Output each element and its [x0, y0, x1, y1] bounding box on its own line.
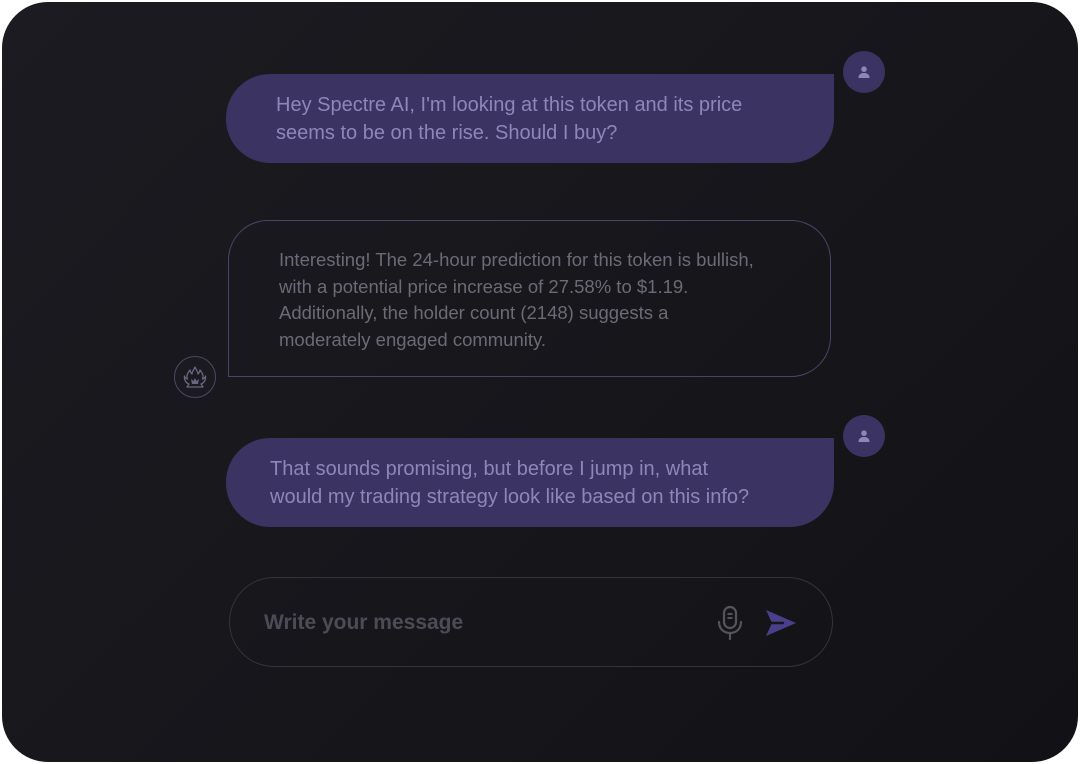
send-icon — [766, 610, 796, 636]
message-input[interactable] — [264, 606, 684, 640]
user-icon — [858, 66, 870, 78]
user-message-text: Hey Spectre AI, I'm looking at this toke… — [276, 94, 743, 144]
chat-window: Hey Spectre AI, I'm looking at this toke… — [2, 2, 1078, 762]
send-button[interactable] — [762, 606, 800, 640]
user-message-bubble: That sounds promising, but before I jump… — [226, 438, 834, 527]
user-message-bubble: Hey Spectre AI, I'm looking at this toke… — [226, 74, 834, 163]
user-message-text: That sounds promising, but before I jump… — [270, 458, 750, 508]
message-composer — [229, 577, 833, 667]
spectre-flame-logo-icon — [183, 366, 207, 388]
assistant-avatar — [174, 356, 216, 398]
user-avatar — [843, 415, 885, 457]
user-icon — [858, 430, 870, 442]
assistant-message-text: Interesting! The 24-hour prediction for … — [279, 249, 754, 350]
microphone-icon — [717, 605, 743, 641]
user-avatar — [843, 51, 885, 93]
assistant-message-bubble: Interesting! The 24-hour prediction for … — [228, 220, 831, 377]
microphone-button[interactable] — [714, 604, 746, 642]
